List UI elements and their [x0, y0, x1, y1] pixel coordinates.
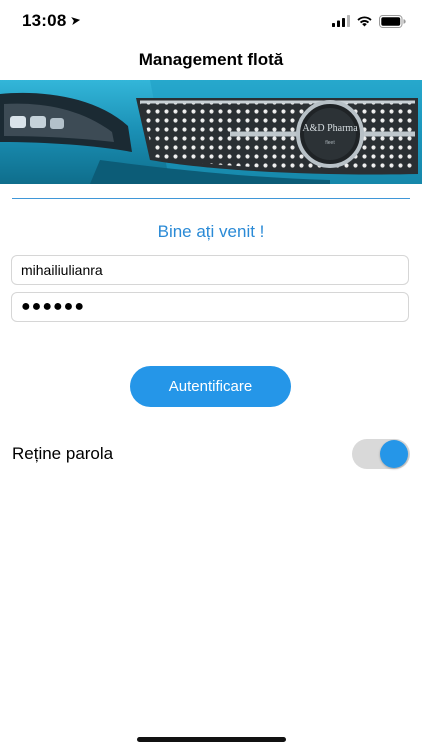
toggle-knob	[380, 440, 408, 468]
header-divider	[12, 198, 410, 199]
username-field[interactable]	[11, 255, 409, 285]
hero-image: A&D Pharma fleet	[0, 80, 422, 184]
svg-text:fleet: fleet	[325, 140, 335, 146]
status-icons	[332, 12, 406, 30]
welcome-message: Bine ați venit !	[157, 222, 265, 241]
remember-password-label: Reține parola	[12, 444, 114, 463]
login-button[interactable]: Autentificare	[130, 366, 291, 407]
signal-icon	[332, 15, 350, 27]
location-arrow-icon: ➤	[70, 14, 82, 28]
status-time: 13:08 ➤	[22, 11, 82, 31]
status-time-text: 13:08	[22, 11, 67, 30]
password-field[interactable]	[11, 292, 409, 322]
svg-text:A&D Pharma: A&D Pharma	[302, 123, 358, 134]
wifi-icon	[357, 16, 372, 27]
remember-password-toggle[interactable]	[352, 439, 410, 469]
page-title: Management flotă	[138, 50, 284, 69]
status-bar: 13:08 ➤	[0, 0, 422, 44]
car-grille-photo: A&D Pharma fleet	[0, 80, 422, 184]
home-indicator	[137, 737, 286, 742]
battery-icon	[379, 14, 406, 28]
